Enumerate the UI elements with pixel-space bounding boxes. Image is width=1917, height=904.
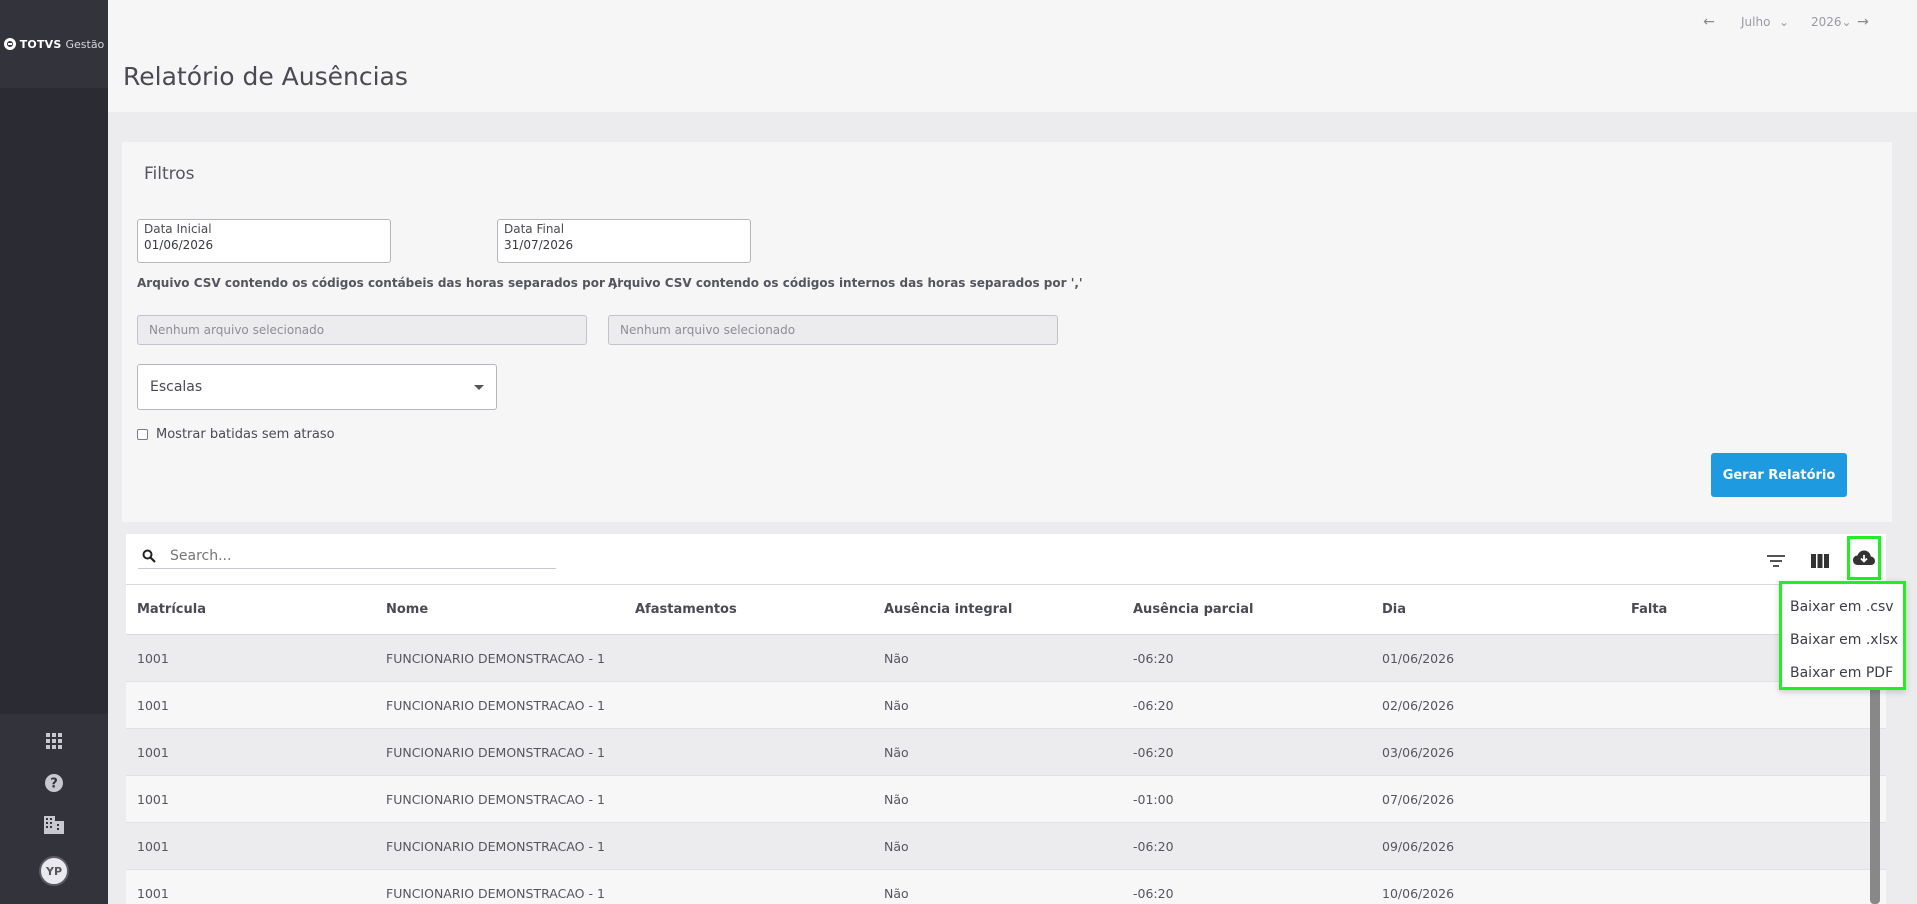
scales-select-value: Escalas (150, 379, 203, 395)
csv-accounting-label: Arquivo CSV contendo os códigos contábei… (137, 276, 621, 290)
cell-dia: 02/06/2026 (1382, 697, 1455, 713)
cell-nome: FUNCIONARIO DEMONSTRACAO - 1 (386, 697, 605, 713)
cell-ausencia-integral: Não (884, 697, 909, 713)
table-row[interactable]: 1001 FUNCIONARIO DEMONSTRACAO - 1 Não -0… (126, 729, 1886, 776)
cell-ausencia-integral: Não (884, 744, 909, 760)
cell-ausencia-parcial: -06:20 (1133, 650, 1174, 666)
cell-nome: FUNCIONARIO DEMONSTRACAO - 1 (386, 838, 605, 854)
scales-select[interactable]: Escalas (137, 364, 497, 410)
search-bar (138, 544, 556, 569)
cell-ausencia-parcial: -06:20 (1133, 697, 1174, 713)
previous-month-arrow-icon[interactable]: ← (1701, 14, 1717, 30)
cell-dia: 10/06/2026 (1382, 885, 1455, 901)
table-row[interactable]: 1001 FUNCIONARIO DEMONSTRACAO - 1 Não -0… (126, 870, 1886, 904)
download-csv-item[interactable]: Baixar em .csv (1782, 590, 1903, 623)
month-navigator: ← Julho ⌄ 2026 ⌄ → (1701, 14, 1871, 30)
download-menu: Baixar em .csv Baixar em .xlsx Baixar em… (1779, 581, 1906, 690)
show-punches-label: Mostrar batidas sem atraso (156, 427, 335, 442)
table-row[interactable]: 1001 FUNCIONARIO DEMONSTRACAO - 1 Não -0… (126, 823, 1886, 870)
cell-ausencia-parcial: -06:20 (1133, 838, 1174, 854)
report-table-card: Matrícula Nome Afastamentos Ausência int… (126, 534, 1886, 904)
avatar[interactable]: YP (39, 856, 69, 886)
year-value: 2026 (1811, 15, 1842, 29)
logo[interactable]: TOTVS Gestão (0, 0, 108, 88)
cell-nome: FUNCIONARIO DEMONSTRACAO - 1 (386, 650, 605, 666)
cell-ausencia-parcial: -01:00 (1133, 791, 1174, 807)
cell-nome: FUNCIONARIO DEMONSTRACAO - 1 (386, 885, 605, 901)
table-row[interactable]: 1001 FUNCIONARIO DEMONSTRACAO - 1 Não -0… (126, 776, 1886, 823)
table-row[interactable]: 1001 FUNCIONARIO DEMONSTRACAO - 1 Não -0… (126, 682, 1886, 729)
cell-ausencia-integral: Não (884, 650, 909, 666)
help-icon[interactable]: ? (43, 772, 65, 794)
cell-nome: FUNCIONARIO DEMONSTRACAO - 1 (386, 744, 605, 760)
table-row[interactable]: 1001 FUNCIONARIO DEMONSTRACAO - 1 Não -0… (126, 635, 1886, 682)
download-xlsx-item[interactable]: Baixar em .xlsx (1782, 623, 1903, 656)
page-header: Relatório de Ausências ← Julho ⌄ 2026 ⌄ … (108, 0, 1917, 112)
end-date-label: Data Final (504, 222, 565, 236)
cell-matricula: 1001 (137, 838, 169, 854)
filters-title: Filtros (144, 164, 195, 184)
download-pdf-item[interactable]: Baixar em PDF (1782, 656, 1903, 689)
start-date-field[interactable]: Data Inicial 01/06/2026 (137, 219, 391, 263)
column-header-afastamentos[interactable]: Afastamentos (624, 602, 873, 617)
year-select[interactable]: 2026 ⌄ (1797, 15, 1855, 29)
company-icon[interactable] (43, 814, 65, 836)
column-header-ausencia-parcial[interactable]: Ausência parcial (1122, 602, 1371, 617)
month-select[interactable]: Julho ⌄ (1717, 15, 1797, 29)
logo-brand: TOTVS (19, 37, 62, 51)
cell-matricula: 1001 (137, 744, 169, 760)
column-header-nome[interactable]: Nome (375, 602, 624, 617)
cell-ausencia-integral: Não (884, 791, 909, 807)
cell-ausencia-integral: Não (884, 838, 909, 854)
end-date-value: 31/07/2026 (504, 238, 574, 252)
next-month-arrow-icon[interactable]: → (1855, 14, 1871, 30)
cell-ausencia-parcial: -06:20 (1133, 885, 1174, 901)
cell-ausencia-integral: Não (884, 885, 909, 901)
cloud-download-icon[interactable] (1847, 536, 1881, 580)
cell-nome: FUNCIONARIO DEMONSTRACAO - 1 (386, 791, 605, 807)
column-header-ausencia-integral[interactable]: Ausência integral (873, 602, 1122, 617)
search-icon (142, 549, 156, 563)
show-punches-checkbox[interactable] (137, 429, 148, 440)
chevron-down-icon: ⌄ (1841, 15, 1852, 29)
table-header: Matrícula Nome Afastamentos Ausência int… (126, 585, 1886, 635)
generate-report-button[interactable]: Gerar Relatório (1711, 453, 1847, 497)
caret-down-icon (474, 384, 484, 390)
cell-matricula: 1001 (137, 791, 169, 807)
cell-dia: 01/06/2026 (1382, 650, 1455, 666)
cell-dia: 07/06/2026 (1382, 791, 1455, 807)
sidebar-bottom: ? YP (0, 714, 108, 904)
page-title: Relatório de Ausências (123, 62, 408, 91)
filter-list-icon[interactable] (1762, 547, 1790, 575)
logo-product: Gestão (65, 37, 105, 51)
sidebar: TOTVS Gestão ? YP (0, 0, 108, 904)
apps-grid-icon[interactable] (43, 730, 65, 752)
table-toolbar (126, 534, 1886, 585)
cell-matricula: 1001 (137, 885, 169, 901)
cell-matricula: 1001 (137, 650, 169, 666)
start-date-value: 01/06/2026 (144, 238, 214, 252)
cell-ausencia-parcial: -06:20 (1133, 744, 1174, 760)
cell-dia: 09/06/2026 (1382, 838, 1455, 854)
csv-internal-file-input[interactable]: Nenhum arquivo selecionado (608, 315, 1058, 345)
column-header-dia[interactable]: Dia (1371, 602, 1620, 617)
cell-dia: 03/06/2026 (1382, 744, 1455, 760)
filters-panel: Filtros Data Inicial 01/06/2026 Data Fin… (122, 142, 1892, 522)
show-punches-checkbox-row[interactable]: Mostrar batidas sem atraso (137, 427, 335, 442)
csv-accounting-file-input[interactable]: Nenhum arquivo selecionado (137, 315, 587, 345)
month-value: Julho (1741, 15, 1771, 29)
column-header-matricula[interactable]: Matrícula (126, 602, 375, 617)
start-date-label: Data Inicial (144, 222, 212, 236)
csv-internal-label: Arquivo CSV contendo os códigos internos… (608, 276, 1083, 290)
columns-icon[interactable] (1806, 547, 1834, 575)
cell-matricula: 1001 (137, 697, 169, 713)
logo-mark-icon (3, 38, 16, 50)
chevron-down-icon: ⌄ (1778, 15, 1789, 29)
svg-text:?: ? (50, 777, 58, 792)
search-input[interactable] (170, 548, 530, 564)
end-date-field[interactable]: Data Final 31/07/2026 (497, 219, 751, 263)
